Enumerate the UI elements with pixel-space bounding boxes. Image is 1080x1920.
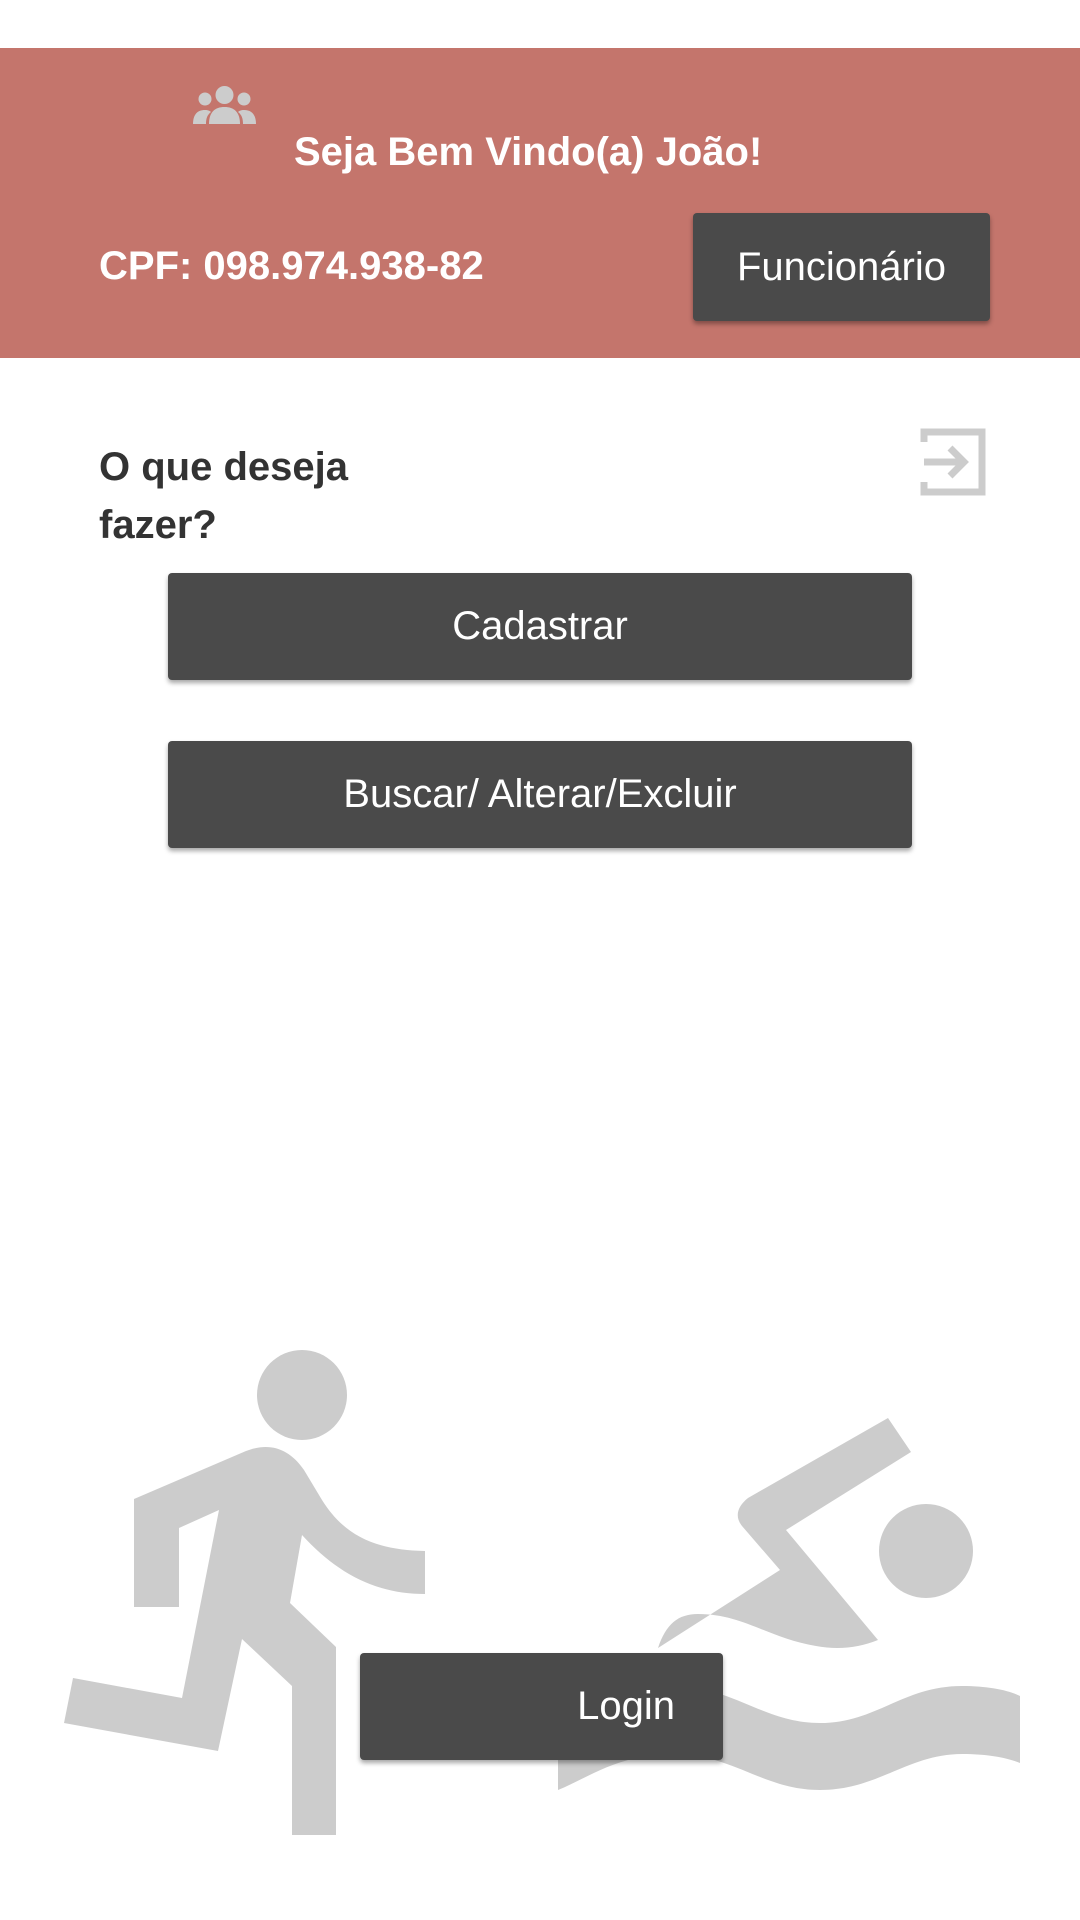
footer-partial-text: era: [530, 1792, 577, 1828]
group-icon: [193, 86, 256, 124]
login-button[interactable]: Login: [360, 1653, 723, 1760]
user-cpf: CPF: 098.974.938-82: [99, 244, 484, 288]
role-button[interactable]: Funcionário: [693, 213, 990, 321]
page-question: O que deseja fazer?: [99, 445, 348, 547]
running-person-icon: [64, 1350, 425, 1835]
logout-icon[interactable]: [920, 428, 986, 496]
welcome-message: Seja Bem Vindo(a) João!: [294, 130, 763, 174]
cadastrar-button[interactable]: Cadastrar: [168, 573, 912, 680]
buscar-alterar-excluir-button[interactable]: Buscar/ Alterar/Excluir: [168, 741, 912, 848]
swimmer-icon: [558, 1418, 1020, 1790]
